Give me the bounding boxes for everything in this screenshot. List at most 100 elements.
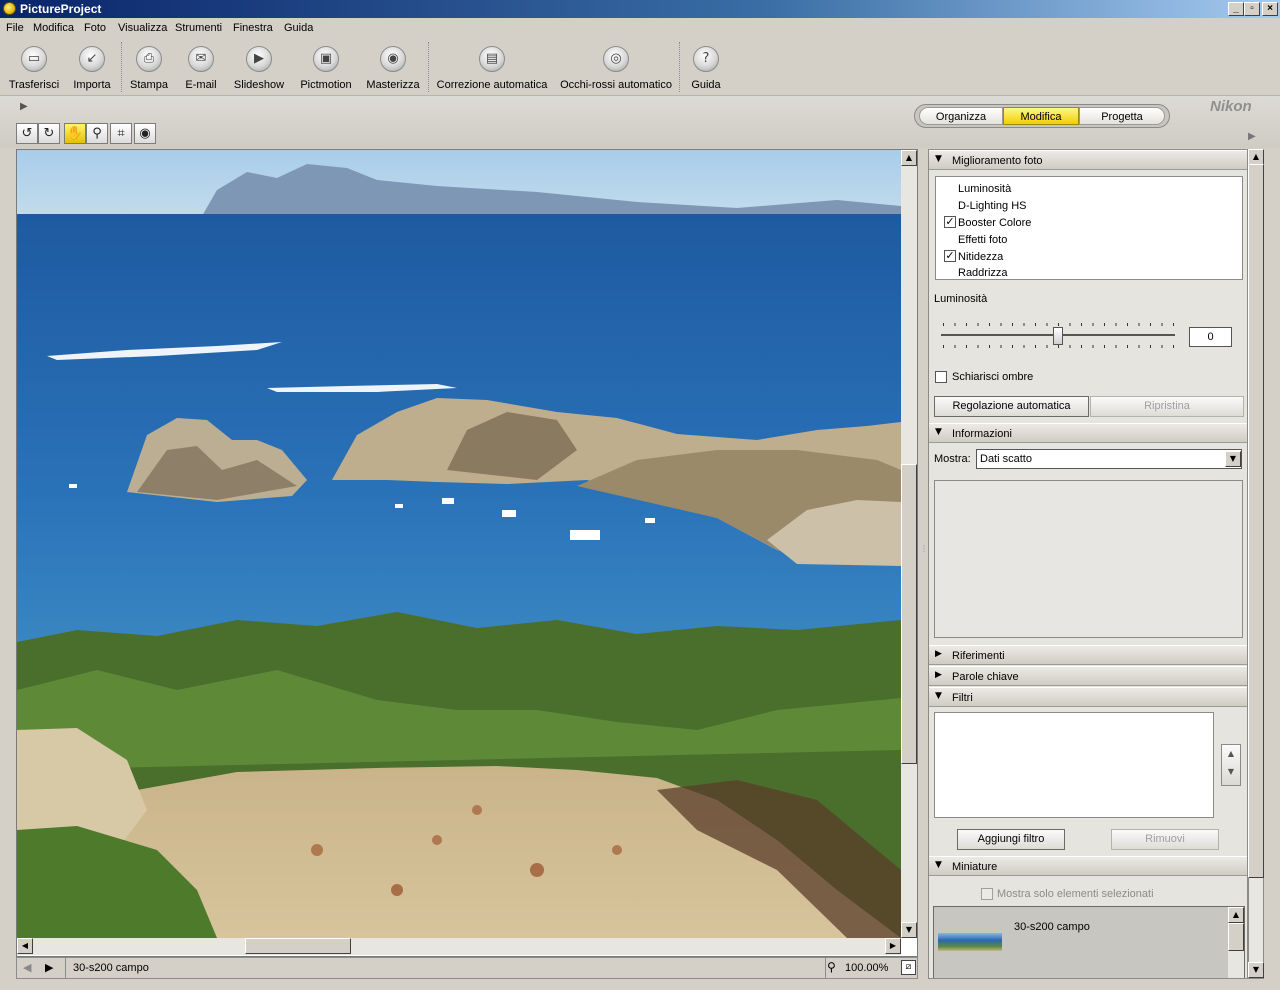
- slider-tick: [966, 323, 967, 326]
- booster-checkbox[interactable]: ✓: [944, 216, 956, 228]
- rotate-right-icon[interactable]: ↻: [38, 123, 60, 144]
- mode-tabs: Organizza Modifica Progetta: [914, 104, 1170, 128]
- hand-tool-icon[interactable]: ✋: [64, 123, 86, 144]
- menu-visualizza[interactable]: Visualizza: [118, 22, 167, 34]
- menu-finestra[interactable]: Finestra: [233, 22, 273, 34]
- slider-tick: [1000, 323, 1002, 326]
- import-button[interactable]: ↙ Importa: [66, 38, 118, 96]
- scroll-down-icon[interactable]: ▼: [1248, 962, 1264, 978]
- tab-organizza[interactable]: Organizza: [919, 107, 1003, 125]
- scroll-up-icon[interactable]: ▲: [1248, 149, 1264, 165]
- scroll-right-icon[interactable]: ▶: [885, 938, 901, 954]
- scroll-up-icon[interactable]: ▲: [1228, 907, 1244, 923]
- image-horizontal-scrollbar[interactable]: ◀ ▶: [17, 938, 901, 955]
- section-references-header[interactable]: ▶ Riferimenti: [929, 645, 1247, 665]
- add-filter-button[interactable]: Aggiungi filtro: [957, 829, 1065, 850]
- auto-correct-button[interactable]: ▤ Correzione automatica: [436, 38, 548, 96]
- fit-window-icon[interactable]: ⧄: [901, 960, 916, 975]
- panel-scrollbar[interactable]: ▲ ▼: [1248, 149, 1264, 979]
- list-item[interactable]: Effetti foto: [936, 231, 1242, 248]
- thumbnail-scrollbar[interactable]: ▲: [1228, 907, 1244, 978]
- section-filters-header[interactable]: ▼ Filtri: [929, 687, 1247, 707]
- filters-list[interactable]: [934, 712, 1214, 818]
- scroll-left-icon[interactable]: ◀: [17, 938, 33, 954]
- slider-tick: [1150, 345, 1151, 348]
- email-icon: ✉: [188, 46, 214, 72]
- red-eye-button[interactable]: ◎ Occhi-rossi automatico: [558, 38, 674, 96]
- show-select[interactable]: Dati scatto ▼: [976, 449, 1242, 469]
- list-item[interactable]: D-Lighting HS: [936, 197, 1242, 214]
- zoom-tool-icon[interactable]: ⚲: [86, 123, 108, 144]
- scroll-down-icon[interactable]: ▼: [901, 922, 917, 938]
- slideshow-button[interactable]: ▶ Slideshow: [230, 38, 288, 96]
- slider-tick: [1173, 345, 1174, 348]
- brightness-value-field[interactable]: 0: [1189, 327, 1232, 347]
- scroll-thumb[interactable]: [1248, 164, 1264, 878]
- sharpen-checkbox[interactable]: ✓: [944, 250, 956, 262]
- list-item[interactable]: ✓ Nitidezza: [936, 248, 1242, 265]
- section-info-header[interactable]: ▼ Informazioni: [929, 423, 1247, 443]
- minimize-button[interactable]: _: [1228, 2, 1244, 16]
- scroll-thumb[interactable]: [1228, 923, 1244, 951]
- chevron-down-icon[interactable]: ▼: [1225, 451, 1241, 467]
- section-keywords-header[interactable]: ▶ Parole chiave: [929, 666, 1247, 686]
- close-button[interactable]: ×: [1262, 2, 1278, 16]
- expand-left-icon[interactable]: ▶: [20, 101, 28, 112]
- slider-tick: [1012, 345, 1013, 348]
- landscape-photo: [17, 150, 901, 938]
- rotate-left-icon[interactable]: ↺: [16, 123, 38, 144]
- zoom-level[interactable]: 100.00%: [845, 962, 888, 974]
- image-vertical-scrollbar[interactable]: ▲ ▼: [901, 150, 917, 938]
- menu-guida[interactable]: Guida: [284, 22, 313, 34]
- crop-tool-icon[interactable]: ⌗: [110, 123, 132, 144]
- list-item[interactable]: Raddrizza: [936, 265, 1242, 280]
- thumbnail-list: 30-s200 campo ▲: [933, 906, 1245, 978]
- app-logo-icon: [3, 2, 16, 15]
- pictmotion-button[interactable]: ▣ Pictmotion: [296, 38, 356, 96]
- burn-disc-icon: ◉: [380, 46, 406, 72]
- slider-tick: [954, 345, 956, 348]
- slider-thumb[interactable]: [1053, 327, 1063, 345]
- menu-file[interactable]: File: [6, 22, 24, 34]
- zoom-icon[interactable]: ⚲: [827, 960, 836, 974]
- brightness-label: Luminosità: [934, 293, 988, 305]
- main-toolbar: ▭ Trasferisci ↙ Importa ⎙ Stampa ✉ E-mai…: [0, 38, 1280, 96]
- next-image-icon[interactable]: ▶: [45, 961, 53, 974]
- expand-right-icon[interactable]: ▶: [1248, 131, 1256, 142]
- slider-tick: [1035, 323, 1036, 326]
- help-button[interactable]: ? Guida: [686, 38, 726, 96]
- photo-canvas[interactable]: [17, 150, 901, 938]
- remove-filter-button[interactable]: Rimuovi: [1111, 829, 1219, 850]
- red-eye-tool-icon[interactable]: ◉: [134, 123, 156, 144]
- nikon-logo: Nikon: [1210, 98, 1252, 115]
- filter-spinner[interactable]: ▲ ▼: [1221, 744, 1241, 786]
- section-enhance-header[interactable]: ▼ Miglioramento foto: [929, 150, 1247, 170]
- only-selected-label: Mostra solo elementi selezionati: [997, 888, 1154, 900]
- splitter-grip-icon[interactable]: ⋮: [920, 544, 928, 553]
- auto-adjust-button[interactable]: Regolazione automatica: [934, 396, 1089, 417]
- menu-modifica[interactable]: Modifica: [33, 22, 74, 34]
- list-item[interactable]: ✓ Booster Colore: [936, 214, 1242, 231]
- shadow-checkbox[interactable]: [935, 371, 947, 383]
- window-title: PictureProject: [20, 2, 102, 16]
- burn-button[interactable]: ◉ Masterizza: [364, 38, 422, 96]
- list-item[interactable]: Luminosità: [936, 180, 1242, 197]
- menu-foto[interactable]: Foto: [84, 22, 106, 34]
- menu-strumenti[interactable]: Strumenti: [175, 22, 222, 34]
- thumbnail-name[interactable]: 30-s200 campo: [1014, 921, 1090, 933]
- maximize-button[interactable]: ▫: [1244, 2, 1260, 16]
- reset-button[interactable]: Ripristina: [1090, 396, 1244, 417]
- tab-progetta[interactable]: Progetta: [1079, 107, 1165, 125]
- thumbnail-image[interactable]: [938, 933, 1002, 951]
- scroll-thumb[interactable]: [245, 938, 351, 954]
- transfer-button[interactable]: ▭ Trasferisci: [4, 38, 64, 96]
- previous-image-icon[interactable]: ◀: [23, 961, 31, 974]
- section-thumbnails-header[interactable]: ▼ Miniature: [929, 856, 1247, 876]
- only-selected-checkbox[interactable]: [981, 888, 993, 900]
- brightness-slider[interactable]: [941, 320, 1175, 350]
- scroll-thumb[interactable]: [901, 464, 917, 764]
- scroll-up-icon[interactable]: ▲: [901, 150, 917, 166]
- email-button[interactable]: ✉ E-mail: [178, 38, 224, 96]
- tab-modifica[interactable]: Modifica: [1003, 107, 1079, 125]
- print-button[interactable]: ⎙ Stampa: [124, 38, 174, 96]
